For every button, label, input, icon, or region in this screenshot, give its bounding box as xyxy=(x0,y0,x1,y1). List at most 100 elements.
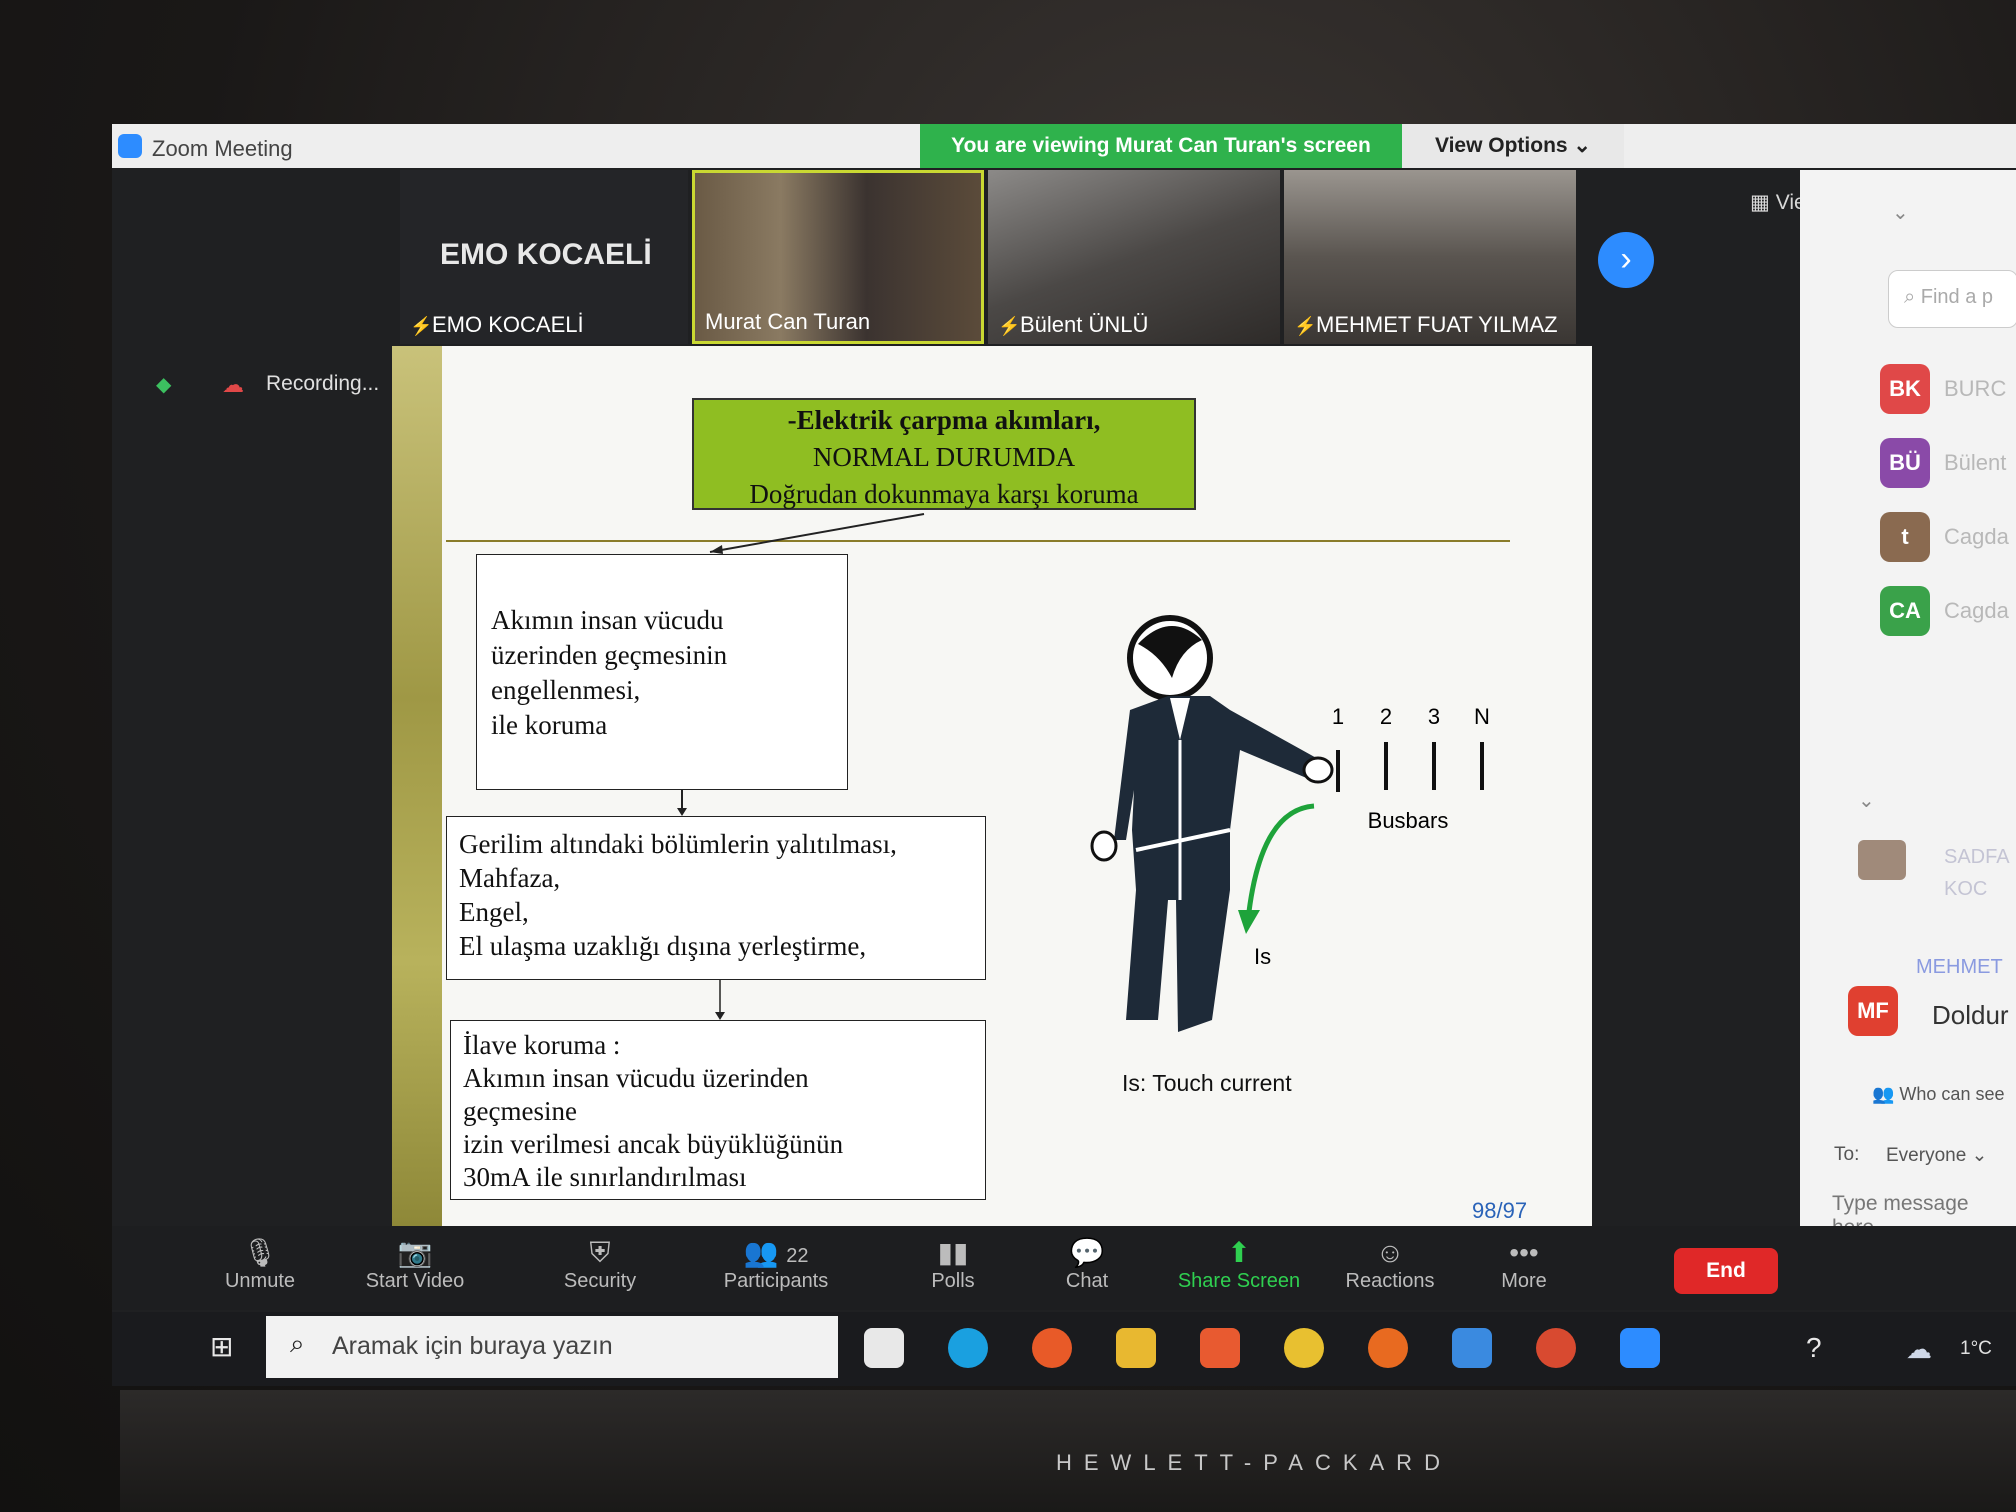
help-icon[interactable]: ? xyxy=(1806,1332,1822,1364)
more-dots-icon: ••• xyxy=(1509,1237,1539,1268)
participant-list-name[interactable]: Bülent xyxy=(1944,450,2006,476)
share-screen-label: Share Screen xyxy=(1177,1270,1301,1292)
box-line: 30mA ile sınırlandırılması xyxy=(463,1162,747,1192)
busbar-number: 3 xyxy=(1428,704,1440,729)
tile-big-name: EMO KOCAELİ xyxy=(440,238,652,271)
zoom-app-icon[interactable] xyxy=(1620,1328,1660,1368)
share-screen-icon: ⬆ xyxy=(1227,1237,1251,1268)
store-app-icon[interactable] xyxy=(864,1328,904,1368)
chat-icon: 💬 xyxy=(1069,1237,1105,1268)
participant-list-name[interactable]: BURC xyxy=(1944,376,2006,402)
polls-button[interactable]: ▮▮ Polls xyxy=(910,1236,996,1293)
participants-button[interactable]: 👥 22 Participants xyxy=(716,1236,836,1293)
chat-avatar xyxy=(1858,840,1906,880)
app-icon[interactable] xyxy=(1200,1328,1240,1368)
file-explorer-icon[interactable] xyxy=(1116,1328,1156,1368)
mail-app-icon[interactable] xyxy=(1452,1328,1492,1368)
grid-icon: ▦ xyxy=(1750,191,1776,214)
polls-icon: ▮▮ xyxy=(937,1237,969,1268)
participant-list-name[interactable]: Cagda xyxy=(1944,598,2009,624)
who-can-see-link[interactable]: 👥 Who can see xyxy=(1872,1084,2004,1105)
busbar-number: N xyxy=(1474,704,1490,729)
chrome-app-icon[interactable] xyxy=(1284,1328,1324,1368)
reactions-button[interactable]: ☺ Reactions xyxy=(1340,1236,1440,1293)
video-tile-bulent-unlu[interactable]: ⚡Bülent ÜNLÜ xyxy=(988,170,1280,344)
video-tile-emo-kocaeli[interactable]: EMO KOCAELİ ⚡EMO KOCAELİ xyxy=(400,170,688,344)
recording-label: Recording... xyxy=(266,372,380,395)
tile-name-label: ⚡Bülent ÜNLÜ xyxy=(998,312,1148,338)
cloud-recording-icon: ☁ xyxy=(222,372,244,397)
end-meeting-button[interactable]: End xyxy=(1674,1248,1778,1294)
start-video-button[interactable]: 📷 Start Video xyxy=(352,1236,478,1293)
is-label: Is xyxy=(1254,944,1271,969)
participants-label: Participants xyxy=(723,1270,829,1292)
slide-box-additional: İlave koruma : Akımın insan vücudu üzeri… xyxy=(450,1020,986,1200)
chat-sender: SADFA xyxy=(1944,846,2010,868)
to-label: To: xyxy=(1834,1144,1860,1165)
video-tile-mehmet-fuat-yilmaz[interactable]: ⚡MEHMET FUAT YILMAZ xyxy=(1284,170,1576,344)
box-line: engellenmesi, xyxy=(491,675,641,705)
start-video-label: Start Video xyxy=(365,1270,465,1292)
arrow-head xyxy=(677,808,687,816)
chat-sender: KOC xyxy=(1944,878,1988,900)
more-button[interactable]: ••• More xyxy=(1484,1236,1564,1293)
share-screen-button[interactable]: ⬆ Share Screen xyxy=(1170,1236,1308,1293)
box-line: izin verilmesi ancak büyüklüğünün xyxy=(463,1129,844,1159)
chevron-down-icon[interactable]: ⌄ xyxy=(1892,200,1909,225)
edge-app-icon[interactable] xyxy=(948,1328,988,1368)
muted-mic-icon: ⚡ xyxy=(410,316,433,336)
next-page-arrow-icon[interactable]: › xyxy=(1598,232,1654,288)
busbar-number: 2 xyxy=(1380,704,1392,729)
recipient-select[interactable]: Everyone ⌄ xyxy=(1886,1144,1987,1167)
reactions-icon: ☺ xyxy=(1375,1237,1405,1268)
window-title: Zoom Meeting xyxy=(152,136,293,161)
participants-count: 22 xyxy=(786,1245,809,1267)
more-label: More xyxy=(1501,1270,1547,1292)
box-line: Akımın insan vücudu üzerinden xyxy=(463,1063,809,1093)
current-arrow-head xyxy=(1238,910,1260,934)
avatar: MF xyxy=(1848,986,1898,1036)
avatar: BÜ xyxy=(1880,438,1930,488)
tile-name-label: Murat Can Turan xyxy=(705,309,870,335)
weather-cloud-icon: ☁ xyxy=(1906,1334,1932,1364)
video-off-icon: 📷 xyxy=(397,1237,433,1268)
recipient-value: Everyone xyxy=(1886,1145,1967,1166)
unmute-button[interactable]: 🎙 Unmute xyxy=(210,1236,310,1293)
chat-sender: MEHMET xyxy=(1916,956,2003,978)
participants-icon: 👥 22 xyxy=(743,1237,809,1268)
person-hand xyxy=(1302,756,1334,784)
shield-icon: ⛨ xyxy=(589,1237,611,1268)
box-line: Mahfaza, xyxy=(459,863,561,893)
view-options-button[interactable]: View Options ⌄ xyxy=(1402,124,1624,168)
video-tile-murat-can-turan[interactable]: Murat Can Turan xyxy=(692,170,984,344)
participant-name: MEHMET FUAT YILMAZ xyxy=(1316,312,1558,337)
avatar: CA xyxy=(1880,586,1930,636)
muted-mic-icon: ⚡ xyxy=(1294,316,1317,336)
polls-label: Polls xyxy=(931,1270,975,1292)
windows-start-icon[interactable]: ⊞ xyxy=(210,1330,233,1363)
mic-muted-icon: 🎙 xyxy=(242,1237,278,1268)
browser-app-icon[interactable] xyxy=(1368,1328,1408,1368)
security-shield-icon: ◆ xyxy=(156,374,172,396)
slide-page-number: 98/97 xyxy=(1472,1198,1528,1223)
viewing-screen-banner: You are viewing Murat Can Turan's screen xyxy=(920,124,1402,168)
chat-label: Chat xyxy=(1065,1270,1109,1292)
laptop-brand: HEWLETT-PACKARD xyxy=(1056,1450,1452,1475)
who-can-see-text: Who can see xyxy=(1899,1084,2005,1104)
touch-current-figure: 1 2 3 N Busbars Is xyxy=(1090,615,1490,1032)
participant-list-name[interactable]: Cagda xyxy=(1944,524,2009,550)
tile-name-label: ⚡MEHMET FUAT YILMAZ xyxy=(1294,312,1558,338)
zoom-logo-icon xyxy=(118,134,142,158)
chat-button[interactable]: 💬 Chat xyxy=(1044,1236,1130,1293)
find-placeholder-text: Find a p xyxy=(1920,286,1994,308)
participant-name: EMO KOCAELİ xyxy=(432,312,584,337)
app-icon[interactable] xyxy=(1032,1328,1072,1368)
busbar-number: 1 xyxy=(1332,704,1344,729)
participant-name: Bülent ÜNLÜ xyxy=(1020,312,1149,337)
participant-name: Murat Can Turan xyxy=(705,309,871,334)
box-line: El ulaşma uzaklığı dışına yerleştirme, xyxy=(459,931,867,961)
box-line: ile koruma xyxy=(491,710,608,740)
chrome-app-icon[interactable] xyxy=(1536,1328,1576,1368)
security-button[interactable]: ⛨ Security xyxy=(552,1236,648,1293)
chevron-down-icon[interactable]: ⌄ xyxy=(1858,788,1875,813)
